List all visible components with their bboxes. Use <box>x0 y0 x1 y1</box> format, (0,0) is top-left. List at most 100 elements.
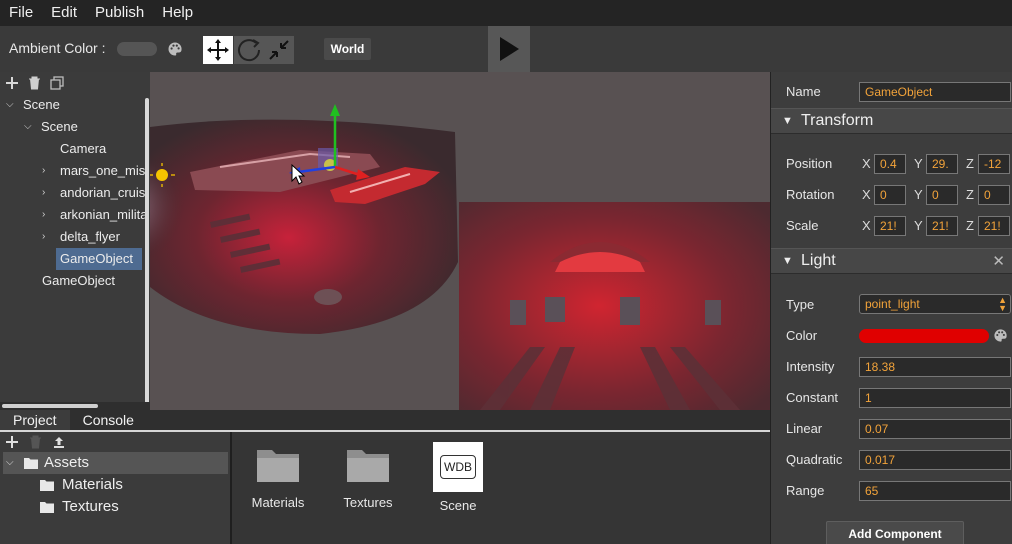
project-tree-assets[interactable]: ⌵ Assets <box>3 452 228 474</box>
scale-x-axis: X <box>862 218 871 233</box>
inspector-panel: Name GameObject ▼ Transform Position X 0… <box>770 72 1012 544</box>
add-icon[interactable] <box>5 435 19 449</box>
rotate-tool-button[interactable] <box>234 36 264 64</box>
trash-icon[interactable] <box>28 76 41 90</box>
scale-y-field[interactable]: 21! <box>926 216 958 236</box>
tree-item-andorian[interactable]: › andorian_cruiser <box>42 182 146 204</box>
scale-arrows-icon <box>269 40 289 60</box>
rotation-x-axis: X <box>862 187 871 202</box>
scale-x-field[interactable]: 21! <box>874 216 906 236</box>
remove-component-icon[interactable]: ✕ <box>992 252 1005 270</box>
intensity-field[interactable]: 18.38 <box>859 357 1011 377</box>
range-label: Range <box>786 483 825 498</box>
linear-field[interactable]: 0.07 <box>859 419 1011 439</box>
menu-help[interactable]: Help <box>153 0 202 26</box>
palette-icon[interactable] <box>993 328 1008 343</box>
ambient-color-swatch[interactable] <box>117 42 157 56</box>
tree-item-mars-one[interactable]: › mars_one_mission <box>42 160 146 182</box>
move-tool-button[interactable] <box>203 36 233 64</box>
tab-project[interactable]: Project <box>0 410 70 431</box>
wdb-file-icon: WDB <box>433 442 483 492</box>
scrollbar-thumb[interactable] <box>2 404 98 408</box>
transform-section-header[interactable]: ▼ Transform <box>771 108 1012 134</box>
chevron-down-icon[interactable]: ⌵ <box>6 452 14 474</box>
menu-publish[interactable]: Publish <box>86 0 153 26</box>
rotation-label: Rotation <box>786 187 835 202</box>
add-component-button[interactable]: Add Component <box>826 521 964 544</box>
tree-item-camera[interactable]: Camera <box>60 138 146 160</box>
add-icon[interactable] <box>5 76 19 90</box>
scale-z-field[interactable]: 21! <box>978 216 1010 236</box>
menu-bar: File Edit Publish Help <box>0 0 1012 26</box>
duplicate-icon[interactable] <box>50 76 64 90</box>
project-tree-materials[interactable]: Materials <box>40 474 220 496</box>
rotation-x-field[interactable]: 0 <box>874 185 906 205</box>
chevron-right-icon[interactable]: › <box>42 204 54 226</box>
asset-materials-folder[interactable]: Materials <box>243 442 313 510</box>
rotate-icon <box>238 39 261 62</box>
position-x-axis: X <box>862 156 871 171</box>
name-field[interactable]: GameObject <box>859 82 1011 102</box>
hierarchy-horizontal-scrollbar[interactable] <box>0 402 150 410</box>
hierarchy-panel: ⌵ Scene ⌵ Scene Camera › mars_one_missio… <box>0 72 150 410</box>
tree-item-scene[interactable]: ⌵ Scene <box>24 116 146 138</box>
collapse-triangle-icon[interactable]: ▼ <box>782 255 793 267</box>
range-field[interactable]: 65 <box>859 481 1011 501</box>
light-color-swatch[interactable] <box>859 329 989 343</box>
constant-label: Constant <box>786 390 839 405</box>
folder-icon <box>40 502 54 513</box>
collapse-triangle-icon[interactable]: ▼ <box>782 115 793 127</box>
chevron-down-icon[interactable]: ⌵ <box>24 116 36 138</box>
upload-icon[interactable] <box>52 435 66 449</box>
position-x-field[interactable]: 0.4 <box>874 154 906 174</box>
scale-label: Scale <box>786 218 819 233</box>
chevron-right-icon[interactable]: › <box>42 182 54 204</box>
color-label: Color <box>786 328 818 343</box>
project-toolbar <box>0 432 230 452</box>
folder-icon <box>347 450 389 482</box>
folder-icon <box>257 450 299 482</box>
position-y-field[interactable]: 29. <box>926 154 958 174</box>
hierarchy-scrollbar[interactable] <box>145 98 149 410</box>
asset-textures-folder[interactable]: Textures <box>333 442 403 510</box>
tree-item-delta-flyer[interactable]: › delta_flyer <box>42 226 146 248</box>
rotation-y-field[interactable]: 0 <box>926 185 958 205</box>
trash-icon[interactable] <box>29 435 42 449</box>
intensity-label: Intensity <box>786 359 835 374</box>
linear-label: Linear <box>786 421 823 436</box>
tree-item-scene-root[interactable]: ⌵ Scene <box>6 94 146 116</box>
chevron-down-icon[interactable]: ⌵ <box>6 94 18 116</box>
scale-tool-button[interactable] <box>264 36 294 64</box>
position-y-axis: Y <box>914 156 923 171</box>
bottom-tab-bar: Project Console <box>0 410 770 431</box>
project-tree-textures[interactable]: Textures <box>40 496 220 518</box>
scene-viewport[interactable] <box>150 72 770 410</box>
play-button[interactable] <box>488 26 530 72</box>
scene-render <box>150 72 770 410</box>
tree-item-gameobject[interactable]: GameObject <box>42 270 146 292</box>
position-z-field[interactable]: -12 <box>978 154 1010 174</box>
light-section-header[interactable]: ▼ Light ✕ <box>771 248 1012 274</box>
light-type-select[interactable]: point_light ▲ ▼ <box>859 294 1011 314</box>
menu-file[interactable]: File <box>0 0 42 26</box>
tab-console[interactable]: Console <box>70 410 147 431</box>
constant-field[interactable]: 1 <box>859 388 1011 408</box>
palette-icon[interactable] <box>167 41 183 57</box>
hierarchy-toolbar <box>0 72 150 94</box>
asset-scene-file[interactable]: WDB Scene <box>423 442 493 513</box>
menu-edit[interactable]: Edit <box>42 0 86 26</box>
tree-item-gameobject-selected[interactable]: GameObject <box>56 248 142 270</box>
rotation-z-field[interactable]: 0 <box>978 185 1010 205</box>
select-arrows-icon: ▲ ▼ <box>998 295 1007 313</box>
world-space-button[interactable]: World <box>324 38 371 60</box>
tree-item-arkonian[interactable]: › arkonian_military <box>42 204 146 226</box>
ambient-color-label: Ambient Color : <box>9 40 106 56</box>
folder-icon <box>24 458 38 469</box>
chevron-right-icon[interactable]: › <box>42 160 54 182</box>
chevron-right-icon[interactable]: › <box>42 226 54 248</box>
scale-y-axis: Y <box>914 218 923 233</box>
position-label: Position <box>786 156 833 171</box>
quadratic-label: Quadratic <box>786 452 843 467</box>
project-assets-grid: Materials Textures WDB Scene <box>230 432 770 544</box>
quadratic-field[interactable]: 0.017 <box>859 450 1011 470</box>
